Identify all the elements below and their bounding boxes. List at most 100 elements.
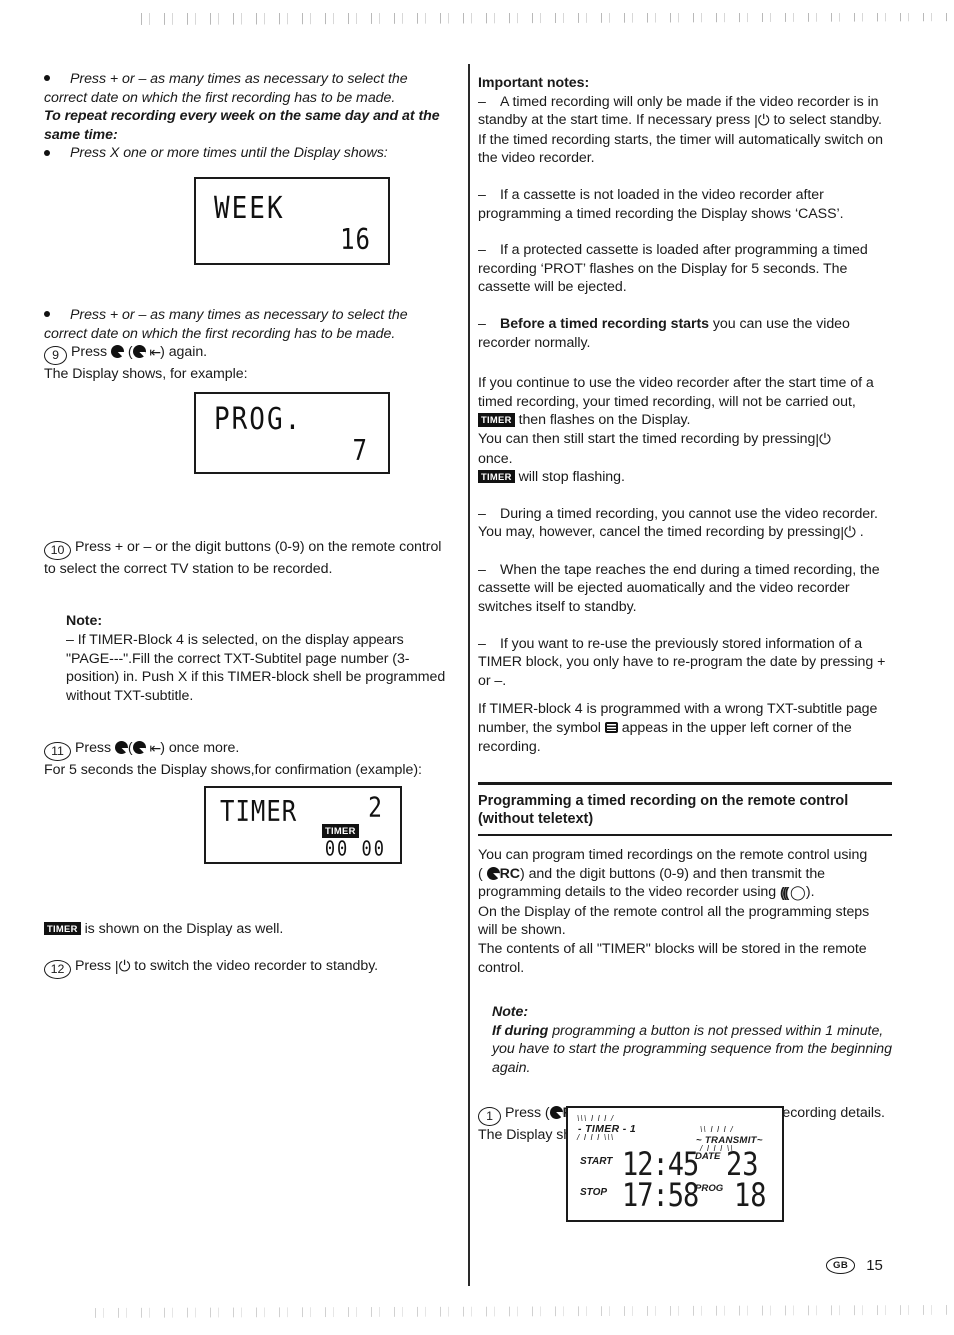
step-10: 10 Press + or – or the digit buttons (0-9… <box>44 538 448 579</box>
note-e-part-2: . <box>859 524 864 541</box>
standby-power-icon: |⏻ <box>114 957 131 975</box>
remote-prog-label: PROG <box>695 1183 724 1194</box>
note-title-right: Note: <box>492 1004 529 1021</box>
note-g-text: If you want to re-use the previously sto… <box>478 635 886 689</box>
step-number-12: 12 <box>44 959 71 979</box>
note-body-left: – If TIMER-Block 4 is selected, on the d… <box>66 631 446 704</box>
bullet-item-1: Press + or – as many times as necessary … <box>44 70 448 107</box>
scan-artifact-bottom <box>85 1305 954 1318</box>
repeat-weekly-heading: To repeat recording every week on the sa… <box>44 108 440 143</box>
back-arrow-icon: ⇤ <box>149 344 161 361</box>
standby-power-icon: |⏻ <box>754 112 770 130</box>
pie-button-icon <box>132 345 146 359</box>
note-b: – If a cassette is not loaded in the vide… <box>478 186 892 223</box>
step-9: 9 Press ( ⇤) again. The Display shows, fo… <box>44 344 248 383</box>
manual-page: Press + or – as many times as necessary … <box>0 0 954 1335</box>
timer-indicator-badge: TIMER <box>322 824 359 838</box>
display-timer-zeros: 00 00 <box>324 838 386 862</box>
bullet-item-2: Press X one or more times until the Disp… <box>44 144 448 163</box>
section-heading-line-2: (without teletext) <box>478 810 594 827</box>
note-title-left: Note: <box>66 613 103 630</box>
step-11-line-2: For 5 seconds the Display shows,for conf… <box>44 762 422 779</box>
standby-power-icon: |⏻ <box>840 524 856 542</box>
left-column: Press + or – as many times as necessary … <box>44 0 448 979</box>
step-1-text-before: Press ( <box>505 1104 550 1121</box>
para-continue-part-5: will stop flashing. <box>518 469 625 486</box>
standby-power-icon: |⏻ <box>815 430 831 448</box>
note-b-text: If a cassette is not loaded in the video… <box>478 186 844 222</box>
note-f-text: When the tape reaches the end during a t… <box>478 561 880 616</box>
para-continue-part-3: You can then still start the timed recor… <box>478 430 816 447</box>
bullet-dot <box>44 306 70 325</box>
step-number-11: 11 <box>44 742 71 762</box>
note-d-bold: Before a timed recording starts <box>500 315 709 332</box>
note-a-part-2: to select standby. <box>773 112 882 129</box>
right-column: Important notes: – A timed recording will… <box>478 0 892 1144</box>
remote-prog-value: 18 <box>734 1177 767 1215</box>
step-number-1: 1 <box>478 1106 501 1126</box>
flash-marks-timer: \\\ l l l / <box>577 1114 615 1123</box>
section-body-part-3: ) and the digit buttons (0-9) and then t… <box>478 865 826 901</box>
note-e-part-1: During a timed recording, you cannot use… <box>478 505 878 541</box>
step-number-10: 10 <box>44 540 71 560</box>
page-footer: GB 15 <box>826 1257 883 1274</box>
display-prog-value: 7 <box>352 434 369 468</box>
section-body-part-4: ). <box>805 884 815 901</box>
bullet-dot <box>44 144 70 163</box>
note-f: – When the tape reaches the end during a … <box>478 561 892 617</box>
step-9-text-before: Press <box>71 344 108 361</box>
pie-button-icon <box>132 741 146 755</box>
bullet-2-text: Press X one or more times until the Disp… <box>70 145 388 162</box>
note-dash: – <box>478 186 486 203</box>
display-timer-value: 2 <box>368 793 384 824</box>
section-heading-line-1: Programming a timed recording on the rem… <box>478 792 849 809</box>
note-d: – Before a timed recording starts you can… <box>478 315 892 352</box>
step-9-line-2: The Display shows, for example: <box>44 366 248 383</box>
step-9-text-after: ) again. <box>160 344 208 361</box>
teletext-page-icon <box>604 722 618 734</box>
step-11-text-after: ) once more. <box>160 740 240 757</box>
pie-button-icon <box>549 1105 563 1119</box>
timer-badge-inline: TIMER <box>478 412 515 427</box>
section-heading: Programming a timed recording on the rem… <box>478 785 892 834</box>
display-prog: PROG. 7 <box>194 392 390 474</box>
note-dash: – <box>478 242 486 259</box>
section-block: Programming a timed recording on the rem… <box>478 782 892 836</box>
remote-stop-time: 17:58 <box>622 1177 699 1215</box>
para-continue-part-2: then flashes on the Display. <box>518 412 691 429</box>
timer-badge-inline: TIMER <box>44 921 81 936</box>
para-continue-part-4: once. <box>478 450 513 467</box>
note-e: – During a timed recording, you cannot us… <box>478 505 892 543</box>
display-remote-control: \\\ l l l / - TIMER - 1 / l l l \\\ \\ l… <box>566 1106 784 1222</box>
page-number: 15 <box>866 1257 883 1274</box>
display-week-value: 16 <box>340 223 371 257</box>
back-arrow-icon: ⇤ <box>149 740 162 757</box>
section-body-part-5: On the Display of the remote control all… <box>478 903 870 939</box>
note-c: – If a protected cassette is loaded after… <box>478 241 892 297</box>
note-c-text: If a protected cassette is loaded after … <box>478 242 868 296</box>
para-continue-part-1: If you continue to use the video recorde… <box>478 375 874 410</box>
section-rule-bottom <box>478 833 892 836</box>
display-week: WEEK 16 <box>194 177 390 265</box>
display-timer-label: TIMER <box>220 795 298 829</box>
important-notes-title: Important notes: <box>478 75 590 91</box>
note-g: – If you want to re-use the previously st… <box>478 635 892 691</box>
column-divider <box>468 64 470 1286</box>
section-body: You can program timed recordings on the … <box>478 846 892 977</box>
note-dash: – <box>478 315 486 332</box>
flash-marks-timer-bottom: / l l l \\\ <box>577 1133 615 1142</box>
remote-date-label: DATE <box>695 1151 721 1162</box>
pie-button-icon <box>110 345 124 359</box>
bullet-1-line-2: correct date on which the first recordin… <box>44 89 396 106</box>
display-week-label: WEEK <box>214 191 285 227</box>
note-body-right: If during programming a button is not pr… <box>492 1022 892 1078</box>
region-code-badge: GB <box>826 1257 856 1274</box>
step-10-text: Press + or – or the digit buttons (0-9) … <box>44 538 442 577</box>
bullet-3-line-2: correct date on which the first recordin… <box>44 325 396 342</box>
step-12-text-before: Press <box>75 957 112 974</box>
note-dash: – <box>478 635 486 652</box>
note-dash: – <box>478 93 486 110</box>
step-11-text-before: Press <box>75 740 112 757</box>
transmit-icon: (((◯ <box>780 885 806 902</box>
section-body-part-1: You can program timed recordings on the … <box>478 847 868 863</box>
